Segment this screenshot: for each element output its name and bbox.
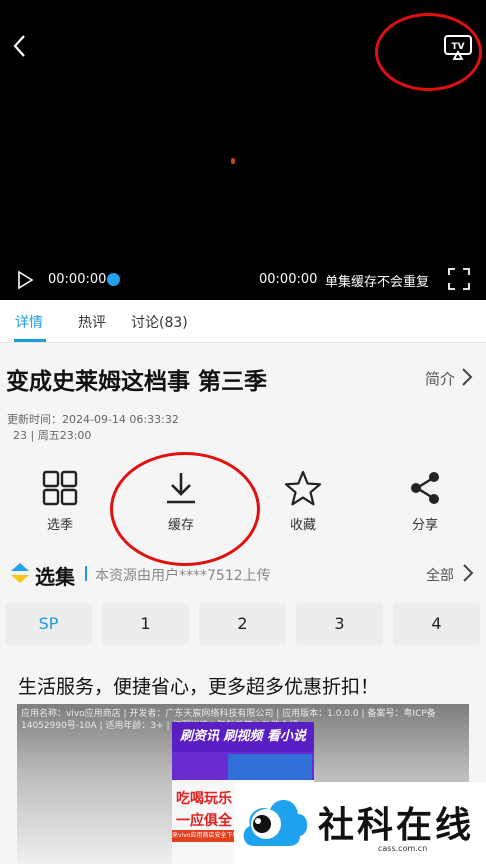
episode-button-1[interactable]: 1 [102, 603, 189, 645]
poster-text-line2: 一应俱全 [176, 813, 232, 829]
fullscreen-icon[interactable] [448, 268, 470, 290]
tab-discussion[interactable]: 讨论(83) [131, 312, 188, 332]
share-label: 分享 [411, 518, 438, 533]
divider [85, 566, 87, 581]
poster-phone-image [228, 754, 312, 780]
star-icon [284, 470, 322, 506]
play-icon[interactable] [16, 270, 34, 290]
tab-details[interactable]: 详情 [15, 312, 43, 332]
total-time: 00:00:00 [259, 272, 318, 287]
tab-active-indicator [14, 339, 46, 342]
grid-icon [42, 470, 78, 506]
favorite-button[interactable]: 收藏 [263, 470, 343, 533]
annotation-circle-cache [110, 452, 260, 566]
update-time: 更新时间：2024-09-14 06:33:32 [7, 413, 179, 426]
episodes-title: 选集 [35, 565, 75, 589]
watermark-text: 社科在线 [318, 805, 475, 846]
select-season-label: 选季 [46, 518, 73, 533]
cache-note: 单集缓存不会重复 [325, 275, 430, 290]
episode-sort-icon [11, 563, 29, 583]
intro-link[interactable]: 简介 [425, 368, 455, 389]
episode-button-2[interactable]: 2 [199, 603, 286, 645]
show-title: 变成史莱姆这档事 第三季 [6, 369, 268, 395]
video-frame-speck [231, 158, 235, 164]
share-icon [411, 472, 439, 504]
episode-button-sp[interactable]: SP [5, 603, 92, 645]
cloud-eye-logo-icon [243, 799, 308, 846]
episode-schedule: 23 | 周五23:00 [13, 429, 92, 442]
select-season-button[interactable]: 选季 [20, 470, 100, 533]
chevron-right-icon[interactable] [460, 366, 474, 388]
ad-headline[interactable]: 生活服务，便捷省心，更多超多优惠折扣！ [18, 672, 379, 699]
uploader-note: 本资源由用户****7512上传 [95, 568, 271, 584]
episode-button-3[interactable]: 3 [296, 603, 383, 645]
all-episodes-link[interactable]: 全部 [426, 565, 454, 585]
current-time: 00:00:00 [48, 272, 107, 287]
tab-hot-comments[interactable]: 热评 [78, 312, 106, 332]
seek-slider-handle[interactable] [107, 273, 120, 286]
share-button[interactable]: 分享 [385, 470, 465, 533]
chevron-right-icon[interactable] [461, 562, 475, 584]
back-arrow-icon[interactable] [6, 30, 34, 62]
poster-text-line1: 吃喝玩乐 [176, 791, 232, 807]
favorite-label: 收藏 [289, 518, 316, 533]
annotation-circle-tv [375, 13, 482, 91]
tab-bar: 详情 热评 讨论(83) [0, 300, 486, 343]
episode-button-4[interactable]: 4 [393, 603, 480, 645]
watermark-domain: cass.com.cn [378, 844, 428, 853]
poster-tagline: 刷资讯 刷视频 看小说 [172, 722, 314, 752]
